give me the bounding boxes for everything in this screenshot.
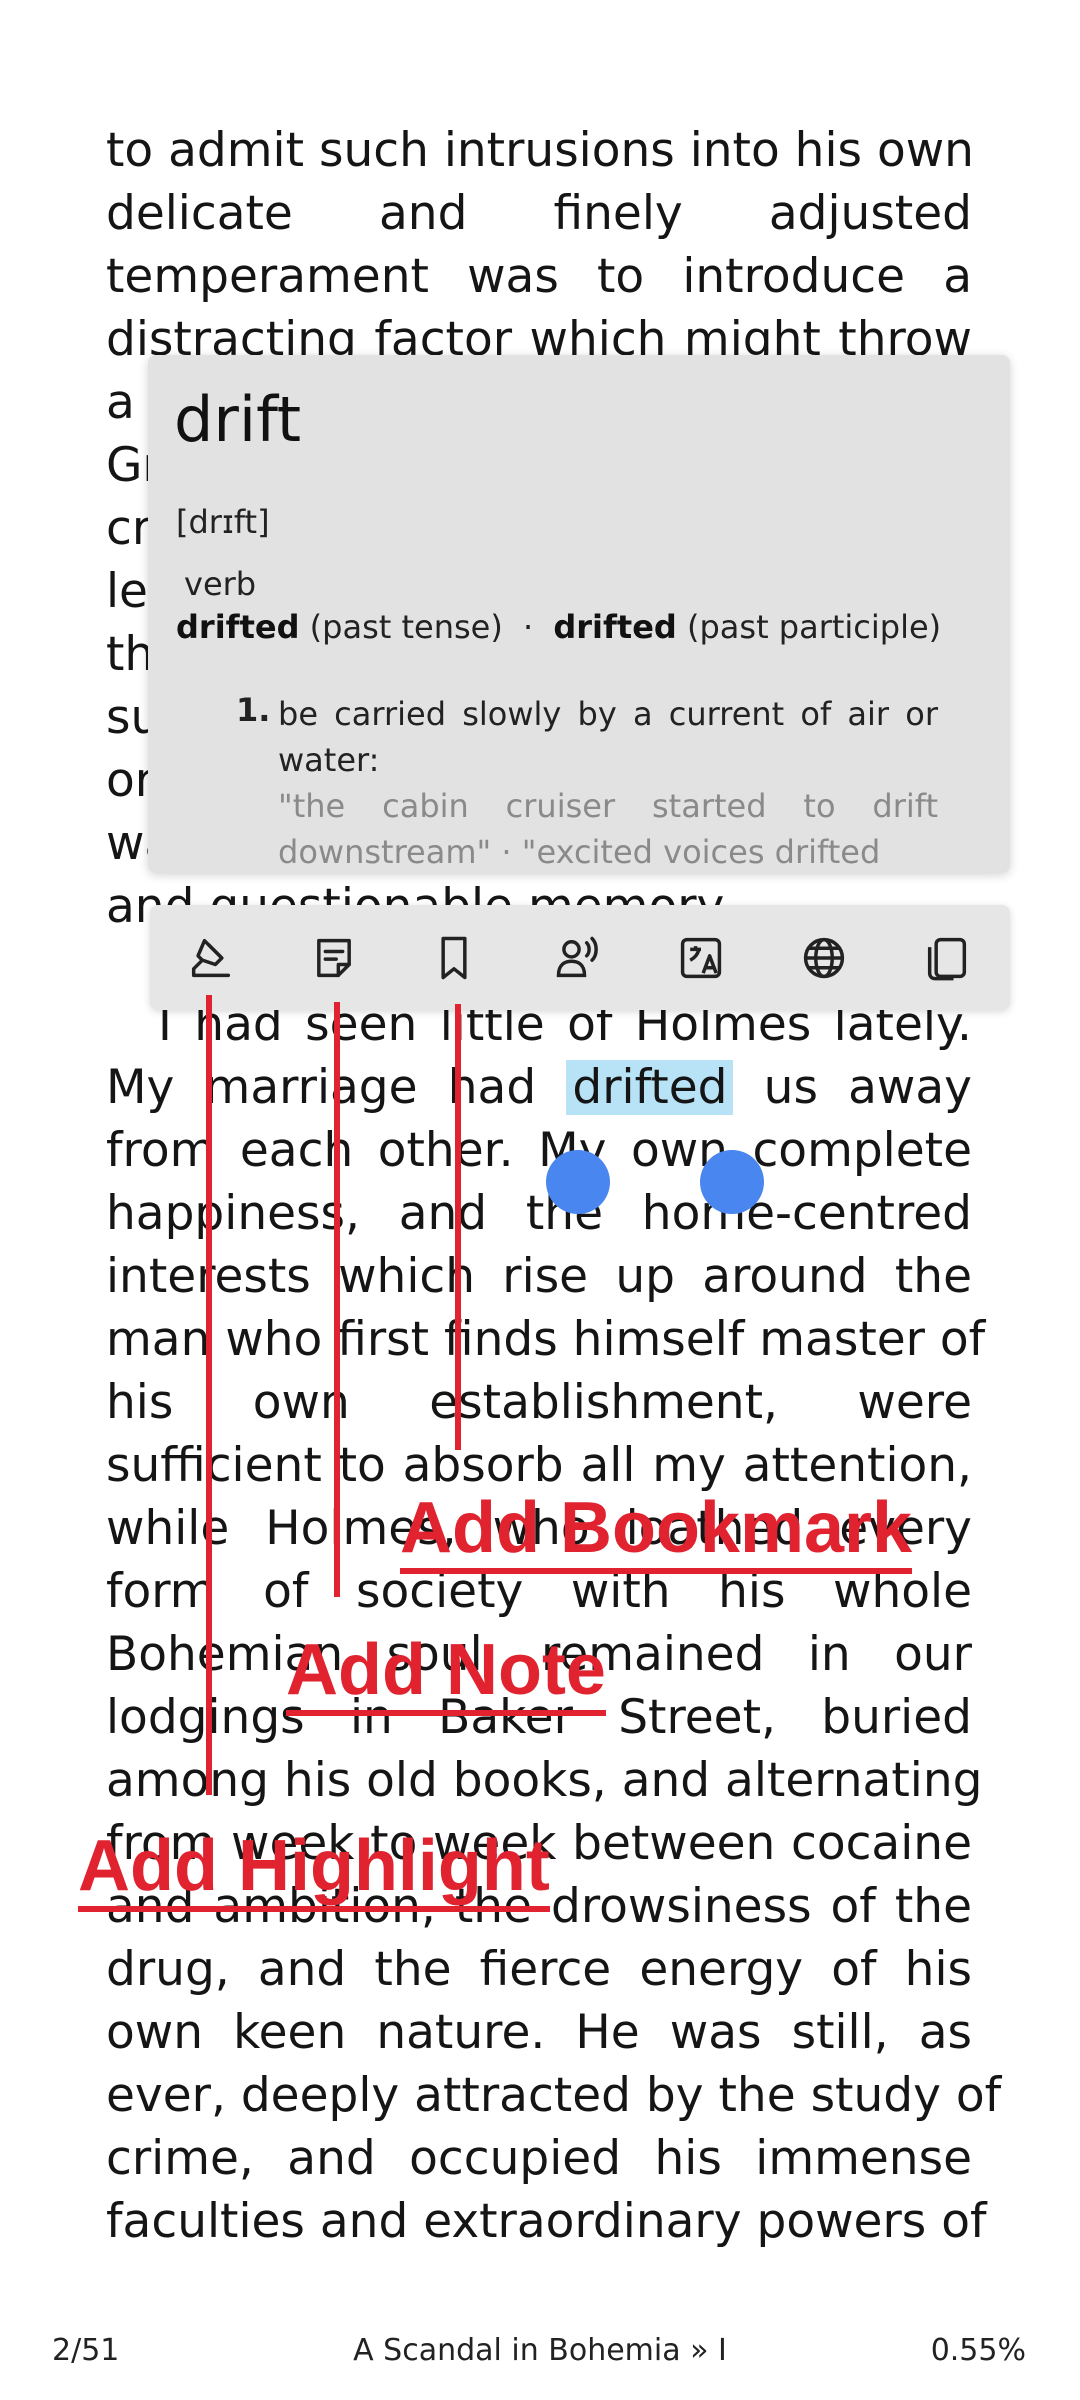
add-bookmark-button[interactable] — [423, 927, 485, 989]
dictionary-part-of-speech: verb — [184, 565, 257, 603]
annotation-label-highlight: Add Highlight — [78, 1826, 550, 1912]
selection-toolbar — [150, 905, 1010, 1010]
annotation-line-note — [334, 1002, 340, 1597]
text-fragment: My marriage had — [106, 1060, 537, 1115]
highlight-icon — [191, 938, 231, 978]
dictionary-pronunciation: [drɪft] — [176, 503, 270, 541]
text-line: happiness, and the home-centred — [106, 1186, 972, 1241]
bookmark-icon — [441, 936, 467, 980]
text-line: to admit such intrusions into his own — [106, 123, 974, 178]
note-icon — [317, 938, 351, 978]
selection-end-handle[interactable] — [700, 1150, 764, 1214]
text-line: his own establishment, were — [106, 1375, 972, 1430]
read-aloud-button[interactable] — [547, 927, 609, 989]
add-note-button[interactable] — [303, 927, 365, 989]
word-form-label: (past participle) — [686, 608, 942, 646]
highlight-button[interactable] — [180, 927, 242, 989]
dictionary-word-forms: drifted (past tense) · drifted (past par… — [176, 608, 941, 646]
dictionary-popup[interactable]: drift [drɪft] verb drifted (past tense) … — [148, 355, 1010, 873]
annotation-line-highlight — [206, 995, 212, 1795]
sense-number: 1. — [236, 691, 271, 729]
text-line: drug, and the fierce energy of his — [106, 1942, 972, 1997]
sense-definition: be carried slowly by a current of air or… — [278, 695, 938, 779]
reader-page: to admit such intrusions into his own de… — [0, 0, 1080, 2400]
selection-start-handle[interactable] — [546, 1150, 610, 1214]
selected-word[interactable]: drifted — [566, 1060, 734, 1115]
copy-button[interactable] — [916, 927, 978, 989]
separator: · — [522, 608, 534, 646]
text-line: temperament was to introduce a — [106, 249, 972, 304]
word-form: drifted — [176, 608, 300, 646]
sense-examples: "the cabin cruiser started to drift down… — [278, 787, 938, 871]
text-line: among his old books, and alternating — [106, 1753, 983, 1808]
translate-image-button[interactable] — [670, 927, 732, 989]
reading-progress: 0.55% — [930, 2333, 1026, 2368]
text-line: crime, and occupied his immense — [106, 2131, 972, 2186]
text-line: own keen nature. He was still, as — [106, 2005, 972, 2060]
word-form: drifted — [553, 608, 677, 646]
text-line: man who first finds himself master of — [106, 1312, 986, 1367]
chapter-title: A Scandal in Bohemia » I — [353, 2333, 727, 2368]
word-form-label: (past tense) — [309, 608, 503, 646]
text-line: interests which rise up around the — [106, 1249, 972, 1304]
text-line: faculties and extraordinary powers of — [106, 2194, 987, 2249]
text-line-with-selection: My marriage had drifted us away — [106, 1056, 972, 1119]
annotation-label-note: Add Note — [286, 1630, 606, 1716]
text-line: ever, deeply attracted by the study of — [106, 2068, 1002, 2123]
translate-image-icon — [680, 937, 722, 979]
copy-icon — [927, 937, 967, 981]
web-search-button[interactable] — [793, 927, 855, 989]
reader-footer: 2/51 A Scandal in Bohemia » I 0.55% — [0, 2325, 1080, 2375]
annotation-line-bookmark — [455, 1004, 461, 1450]
read-aloud-icon — [556, 936, 598, 978]
web-search-icon — [803, 937, 845, 979]
text-fragment: us away — [763, 1060, 972, 1115]
annotation-label-bookmark: Add Bookmark — [400, 1488, 913, 1574]
dictionary-headword: drift — [174, 383, 302, 456]
text-line: delicate and finely adjusted — [106, 186, 972, 241]
text-line: from each other. My own complete — [106, 1123, 972, 1178]
